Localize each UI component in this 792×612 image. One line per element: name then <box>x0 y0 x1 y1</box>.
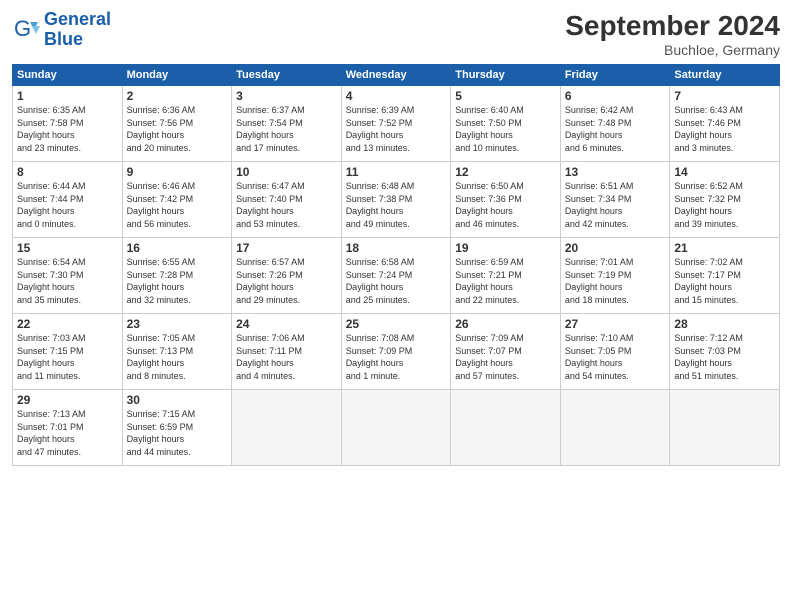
col-wednesday: Wednesday <box>341 65 451 86</box>
table-row: 11Sunrise: 6:48 AMSunset: 7:38 PMDayligh… <box>341 162 451 238</box>
title-block: September 2024 Buchloe, Germany <box>565 10 780 58</box>
table-row: 4Sunrise: 6:39 AMSunset: 7:52 PMDaylight… <box>341 86 451 162</box>
col-friday: Friday <box>560 65 670 86</box>
table-row: 5Sunrise: 6:40 AMSunset: 7:50 PMDaylight… <box>451 86 561 162</box>
table-row: 10Sunrise: 6:47 AMSunset: 7:40 PMDayligh… <box>232 162 342 238</box>
table-row: 12Sunrise: 6:50 AMSunset: 7:36 PMDayligh… <box>451 162 561 238</box>
table-row: 1Sunrise: 6:35 AMSunset: 7:58 PMDaylight… <box>13 86 123 162</box>
table-row: 22Sunrise: 7:03 AMSunset: 7:15 PMDayligh… <box>13 314 123 390</box>
calendar-week-row: 22Sunrise: 7:03 AMSunset: 7:15 PMDayligh… <box>13 314 780 390</box>
table-row: 19Sunrise: 6:59 AMSunset: 7:21 PMDayligh… <box>451 238 561 314</box>
table-row <box>451 390 561 466</box>
table-row: 29Sunrise: 7:13 AMSunset: 7:01 PMDayligh… <box>13 390 123 466</box>
table-row <box>232 390 342 466</box>
table-row: 14Sunrise: 6:52 AMSunset: 7:32 PMDayligh… <box>670 162 780 238</box>
table-row: 20Sunrise: 7:01 AMSunset: 7:19 PMDayligh… <box>560 238 670 314</box>
calendar-header-row: Sunday Monday Tuesday Wednesday Thursday… <box>13 65 780 86</box>
table-row: 2Sunrise: 6:36 AMSunset: 7:56 PMDaylight… <box>122 86 232 162</box>
table-row <box>670 390 780 466</box>
page-container: G General Blue September 2024 Buchloe, G… <box>0 0 792 474</box>
col-monday: Monday <box>122 65 232 86</box>
table-row <box>560 390 670 466</box>
logo-icon: G <box>12 16 40 44</box>
table-row: 27Sunrise: 7:10 AMSunset: 7:05 PMDayligh… <box>560 314 670 390</box>
table-row: 15Sunrise: 6:54 AMSunset: 7:30 PMDayligh… <box>13 238 123 314</box>
calendar-week-row: 8Sunrise: 6:44 AMSunset: 7:44 PMDaylight… <box>13 162 780 238</box>
table-row: 17Sunrise: 6:57 AMSunset: 7:26 PMDayligh… <box>232 238 342 314</box>
table-row: 13Sunrise: 6:51 AMSunset: 7:34 PMDayligh… <box>560 162 670 238</box>
table-row: 8Sunrise: 6:44 AMSunset: 7:44 PMDaylight… <box>13 162 123 238</box>
table-row: 18Sunrise: 6:58 AMSunset: 7:24 PMDayligh… <box>341 238 451 314</box>
col-tuesday: Tuesday <box>232 65 342 86</box>
calendar-table: Sunday Monday Tuesday Wednesday Thursday… <box>12 64 780 466</box>
location-title: Buchloe, Germany <box>565 42 780 58</box>
table-row: 3Sunrise: 6:37 AMSunset: 7:54 PMDaylight… <box>232 86 342 162</box>
table-row: 26Sunrise: 7:09 AMSunset: 7:07 PMDayligh… <box>451 314 561 390</box>
header: G General Blue September 2024 Buchloe, G… <box>12 10 780 58</box>
logo-line2: Blue <box>44 29 83 49</box>
table-row: 21Sunrise: 7:02 AMSunset: 7:17 PMDayligh… <box>670 238 780 314</box>
calendar-week-row: 29Sunrise: 7:13 AMSunset: 7:01 PMDayligh… <box>13 390 780 466</box>
table-row <box>341 390 451 466</box>
logo-line1: General <box>44 9 111 29</box>
table-row: 6Sunrise: 6:42 AMSunset: 7:48 PMDaylight… <box>560 86 670 162</box>
table-row: 25Sunrise: 7:08 AMSunset: 7:09 PMDayligh… <box>341 314 451 390</box>
svg-text:G: G <box>14 16 31 41</box>
col-sunday: Sunday <box>13 65 123 86</box>
table-row: 28Sunrise: 7:12 AMSunset: 7:03 PMDayligh… <box>670 314 780 390</box>
month-title: September 2024 <box>565 10 780 42</box>
logo: G General Blue <box>12 10 111 50</box>
table-row: 9Sunrise: 6:46 AMSunset: 7:42 PMDaylight… <box>122 162 232 238</box>
col-saturday: Saturday <box>670 65 780 86</box>
table-row: 23Sunrise: 7:05 AMSunset: 7:13 PMDayligh… <box>122 314 232 390</box>
table-row: 30Sunrise: 7:15 AMSunset: 6:59 PMDayligh… <box>122 390 232 466</box>
table-row: 24Sunrise: 7:06 AMSunset: 7:11 PMDayligh… <box>232 314 342 390</box>
calendar-week-row: 1Sunrise: 6:35 AMSunset: 7:58 PMDaylight… <box>13 86 780 162</box>
table-row: 16Sunrise: 6:55 AMSunset: 7:28 PMDayligh… <box>122 238 232 314</box>
table-row: 7Sunrise: 6:43 AMSunset: 7:46 PMDaylight… <box>670 86 780 162</box>
calendar-week-row: 15Sunrise: 6:54 AMSunset: 7:30 PMDayligh… <box>13 238 780 314</box>
col-thursday: Thursday <box>451 65 561 86</box>
